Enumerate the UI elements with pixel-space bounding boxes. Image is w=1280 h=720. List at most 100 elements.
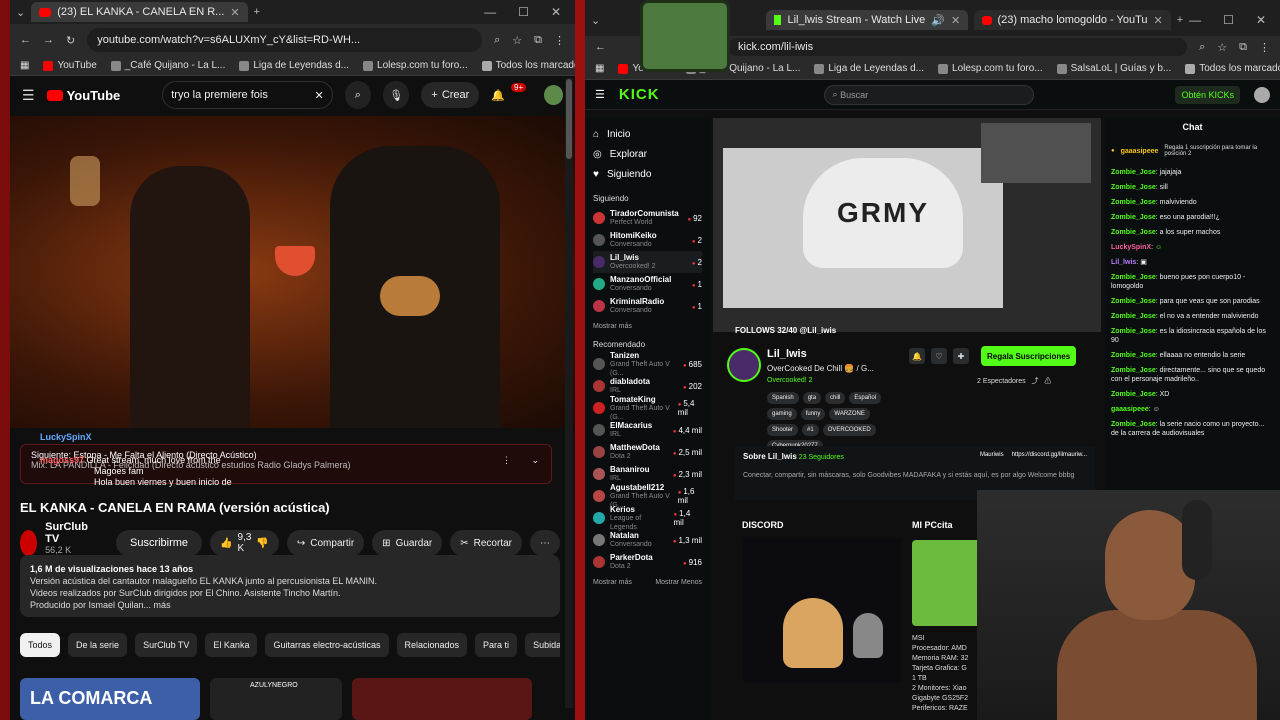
chat-user[interactable]: Zombie_Jose — [1111, 169, 1156, 176]
get-kicks-button[interactable]: Obtén KICKs — [1175, 85, 1240, 104]
close-window-icon[interactable]: ✕ — [551, 5, 561, 19]
close-tab-icon[interactable]: ✕ — [230, 6, 239, 19]
page-scrollbar[interactable] — [565, 78, 573, 708]
scrollbar-thumb[interactable] — [566, 79, 572, 159]
recommended-channel[interactable]: NatalanConversando 1,3 mil — [593, 529, 702, 551]
recommended-channel[interactable]: TomateKingGrand Theft Auto V (G... 5,4 mi… — [593, 395, 702, 421]
tag[interactable]: Español — [849, 392, 882, 404]
video-player[interactable] — [10, 116, 575, 428]
bell-icon[interactable]: 🔔 — [909, 348, 925, 364]
chip[interactable]: Todos — [20, 633, 61, 657]
chat-user[interactable]: Zombie_Jose — [1111, 391, 1156, 398]
back-icon[interactable]: ← — [20, 34, 31, 46]
more-actions-button[interactable]: ⋯ — [530, 530, 560, 556]
stream-player[interactable]: GRMY — [713, 118, 1101, 332]
bookmark-item[interactable]: Liga de Leyendas d... — [239, 60, 349, 71]
bookmark-item[interactable]: SalsaLoL | Guías y b... — [1056, 63, 1171, 74]
menu-dots-icon[interactable]: ⋮ — [1259, 41, 1270, 54]
voice-search-icon[interactable]: 🎙 — [383, 81, 410, 109]
chip[interactable]: De la serie — [68, 633, 128, 657]
following-channel[interactable]: ManzanoOfficialConversando 1 — [593, 273, 702, 295]
nav-following[interactable]: ♥ Siguiendo — [593, 164, 702, 184]
close-window-icon[interactable]: ✕ — [1256, 13, 1266, 27]
chat-user[interactable]: LuckySpinX — [1111, 244, 1151, 251]
bookmark-item[interactable]: Lolesp.com tu foro... — [938, 63, 1043, 74]
heart-outline-icon[interactable]: ♡ — [931, 348, 947, 364]
report-icon[interactable]: ⚠ — [1044, 378, 1051, 385]
tab-list-icon[interactable]: ⌄ — [16, 6, 25, 19]
nav-home[interactable]: ⌂ Inicio — [593, 124, 702, 144]
related-video-thumbnail[interactable]: LA COMARCA — [20, 678, 200, 720]
chat-user[interactable]: Zombie_Jose — [1111, 274, 1156, 281]
bookmark-item[interactable]: Liga de Leyendas d... — [814, 63, 924, 74]
gift-subs-button[interactable]: Regala Suscripciones — [981, 346, 1077, 366]
channel-name[interactable]: SurClub TV — [45, 521, 96, 545]
following-channel[interactable]: Lil_lwisOvercooked! 2 2 — [593, 251, 702, 273]
youtube-logo[interactable]: YouTube — [46, 88, 120, 103]
like-button[interactable]: 👍 9,3 K 👎 — [210, 530, 279, 556]
recommended-channel[interactable]: ElMacariusIRL 4,4 mil — [593, 419, 702, 441]
pinned-user[interactable]: gaaasipeee — [1121, 148, 1159, 155]
chat-user[interactable]: gaaasipeee — [1111, 406, 1149, 413]
notifications-bell-icon[interactable]: 🔔 — [491, 89, 505, 102]
gift-icon[interactable]: ✚ — [953, 348, 969, 364]
bookmark-star-icon[interactable]: ☆ — [1217, 41, 1227, 54]
search-input[interactable]: tryo la premiere fois ✕ — [162, 81, 333, 109]
chat-user[interactable]: Zombie_Jose — [1111, 352, 1156, 359]
chat-user[interactable]: Zombie_Jose — [1111, 367, 1156, 374]
tag[interactable]: gaming — [767, 408, 797, 420]
tag[interactable]: OVERCOOKED — [822, 424, 876, 436]
tag[interactable]: gta — [802, 392, 822, 404]
discord-panel-image[interactable] — [743, 538, 901, 682]
extensions-icon[interactable]: ⧉ — [1239, 41, 1247, 54]
recommended-channel[interactable]: ParkerDotaDota 2 916 — [593, 551, 702, 573]
url-field[interactable]: kick.com/lil-iwis — [728, 38, 1188, 56]
thumbs-down-icon[interactable]: 👎 — [256, 538, 268, 549]
related-video-thumbnail[interactable]: AZULYNEGRO — [210, 678, 342, 720]
bookmark-item[interactable]: _Café Quijano - La L... — [110, 60, 225, 71]
maximize-icon[interactable]: ☐ — [518, 5, 529, 19]
hamburger-menu-icon[interactable]: ☰ — [595, 88, 605, 101]
show-more-link[interactable]: Mostrar más — [593, 579, 632, 586]
account-avatar[interactable] — [1254, 86, 1270, 103]
show-more-link[interactable]: Mostrar más — [593, 323, 632, 330]
category-link[interactable]: Overcooked! 2 — [767, 377, 813, 384]
forward-icon[interactable]: → — [43, 34, 54, 46]
discord-link[interactable]: https://discord.gg/lilmauriw... — [1012, 452, 1087, 458]
chat-user[interactable]: Zombie_Jose — [1111, 184, 1156, 191]
chat-user[interactable]: Zombie_Jose — [1111, 199, 1156, 206]
tag[interactable]: Spanish — [767, 392, 799, 404]
hamburger-menu-icon[interactable]: ☰ — [22, 87, 35, 104]
save-button[interactable]: ⊞ Guardar — [372, 530, 443, 556]
search-input[interactable]: ⌕ Buscar — [823, 84, 1034, 105]
recommended-channel[interactable]: KeriosLeague of Legends 1,4 mil — [593, 505, 702, 531]
chip[interactable]: Relacionados — [396, 633, 468, 657]
all-bookmarks-folder[interactable]: Todos los marcadores — [481, 60, 575, 71]
tab-list-icon[interactable]: ⌄ — [591, 14, 600, 27]
maximize-icon[interactable]: ☐ — [1223, 13, 1234, 27]
chat-user[interactable]: Zombie_Jose — [1111, 298, 1156, 305]
recommended-channel[interactable]: TanizenGrand Theft Auto V (G... 685 — [593, 351, 702, 377]
clear-search-icon[interactable]: ✕ — [314, 89, 323, 102]
all-bookmarks-folder[interactable]: Todos los marcadores — [1185, 63, 1280, 74]
chat-user[interactable]: Zombie_Jose — [1111, 421, 1156, 428]
minimize-icon[interactable]: — — [484, 5, 496, 19]
tab-youtube[interactable]: (23) macho lomogoldo - YouTu ✕ — [974, 10, 1171, 30]
tag[interactable]: funny — [800, 408, 826, 420]
chip[interactable]: Subidas rec — [525, 633, 560, 657]
new-tab-icon[interactable]: + — [254, 6, 260, 18]
streamer-name[interactable]: Lil_lwis — [767, 348, 807, 360]
chip[interactable]: SurClub TV — [135, 633, 198, 657]
extensions-icon[interactable]: ⧉ — [534, 34, 542, 47]
nav-explore[interactable]: ◎ Explorar — [593, 144, 702, 164]
tag[interactable]: Shooter — [767, 424, 799, 436]
recommended-channel[interactable]: MatthewDotaDota 2 2,5 mil — [593, 441, 702, 463]
close-tab-icon[interactable]: ✕ — [1154, 14, 1163, 27]
tab-youtube[interactable]: (23) EL KANKA - CANELA EN R... ✕ — [31, 2, 248, 22]
chat-user[interactable]: Lil_lwis — [1111, 259, 1136, 266]
account-avatar[interactable] — [544, 85, 563, 105]
search-button[interactable]: ⌕ — [344, 81, 372, 109]
tag[interactable]: WARZONE — [829, 408, 870, 420]
back-icon[interactable]: ← — [595, 41, 606, 53]
bookmark-item[interactable]: Lolesp.com tu foro... — [363, 60, 468, 71]
